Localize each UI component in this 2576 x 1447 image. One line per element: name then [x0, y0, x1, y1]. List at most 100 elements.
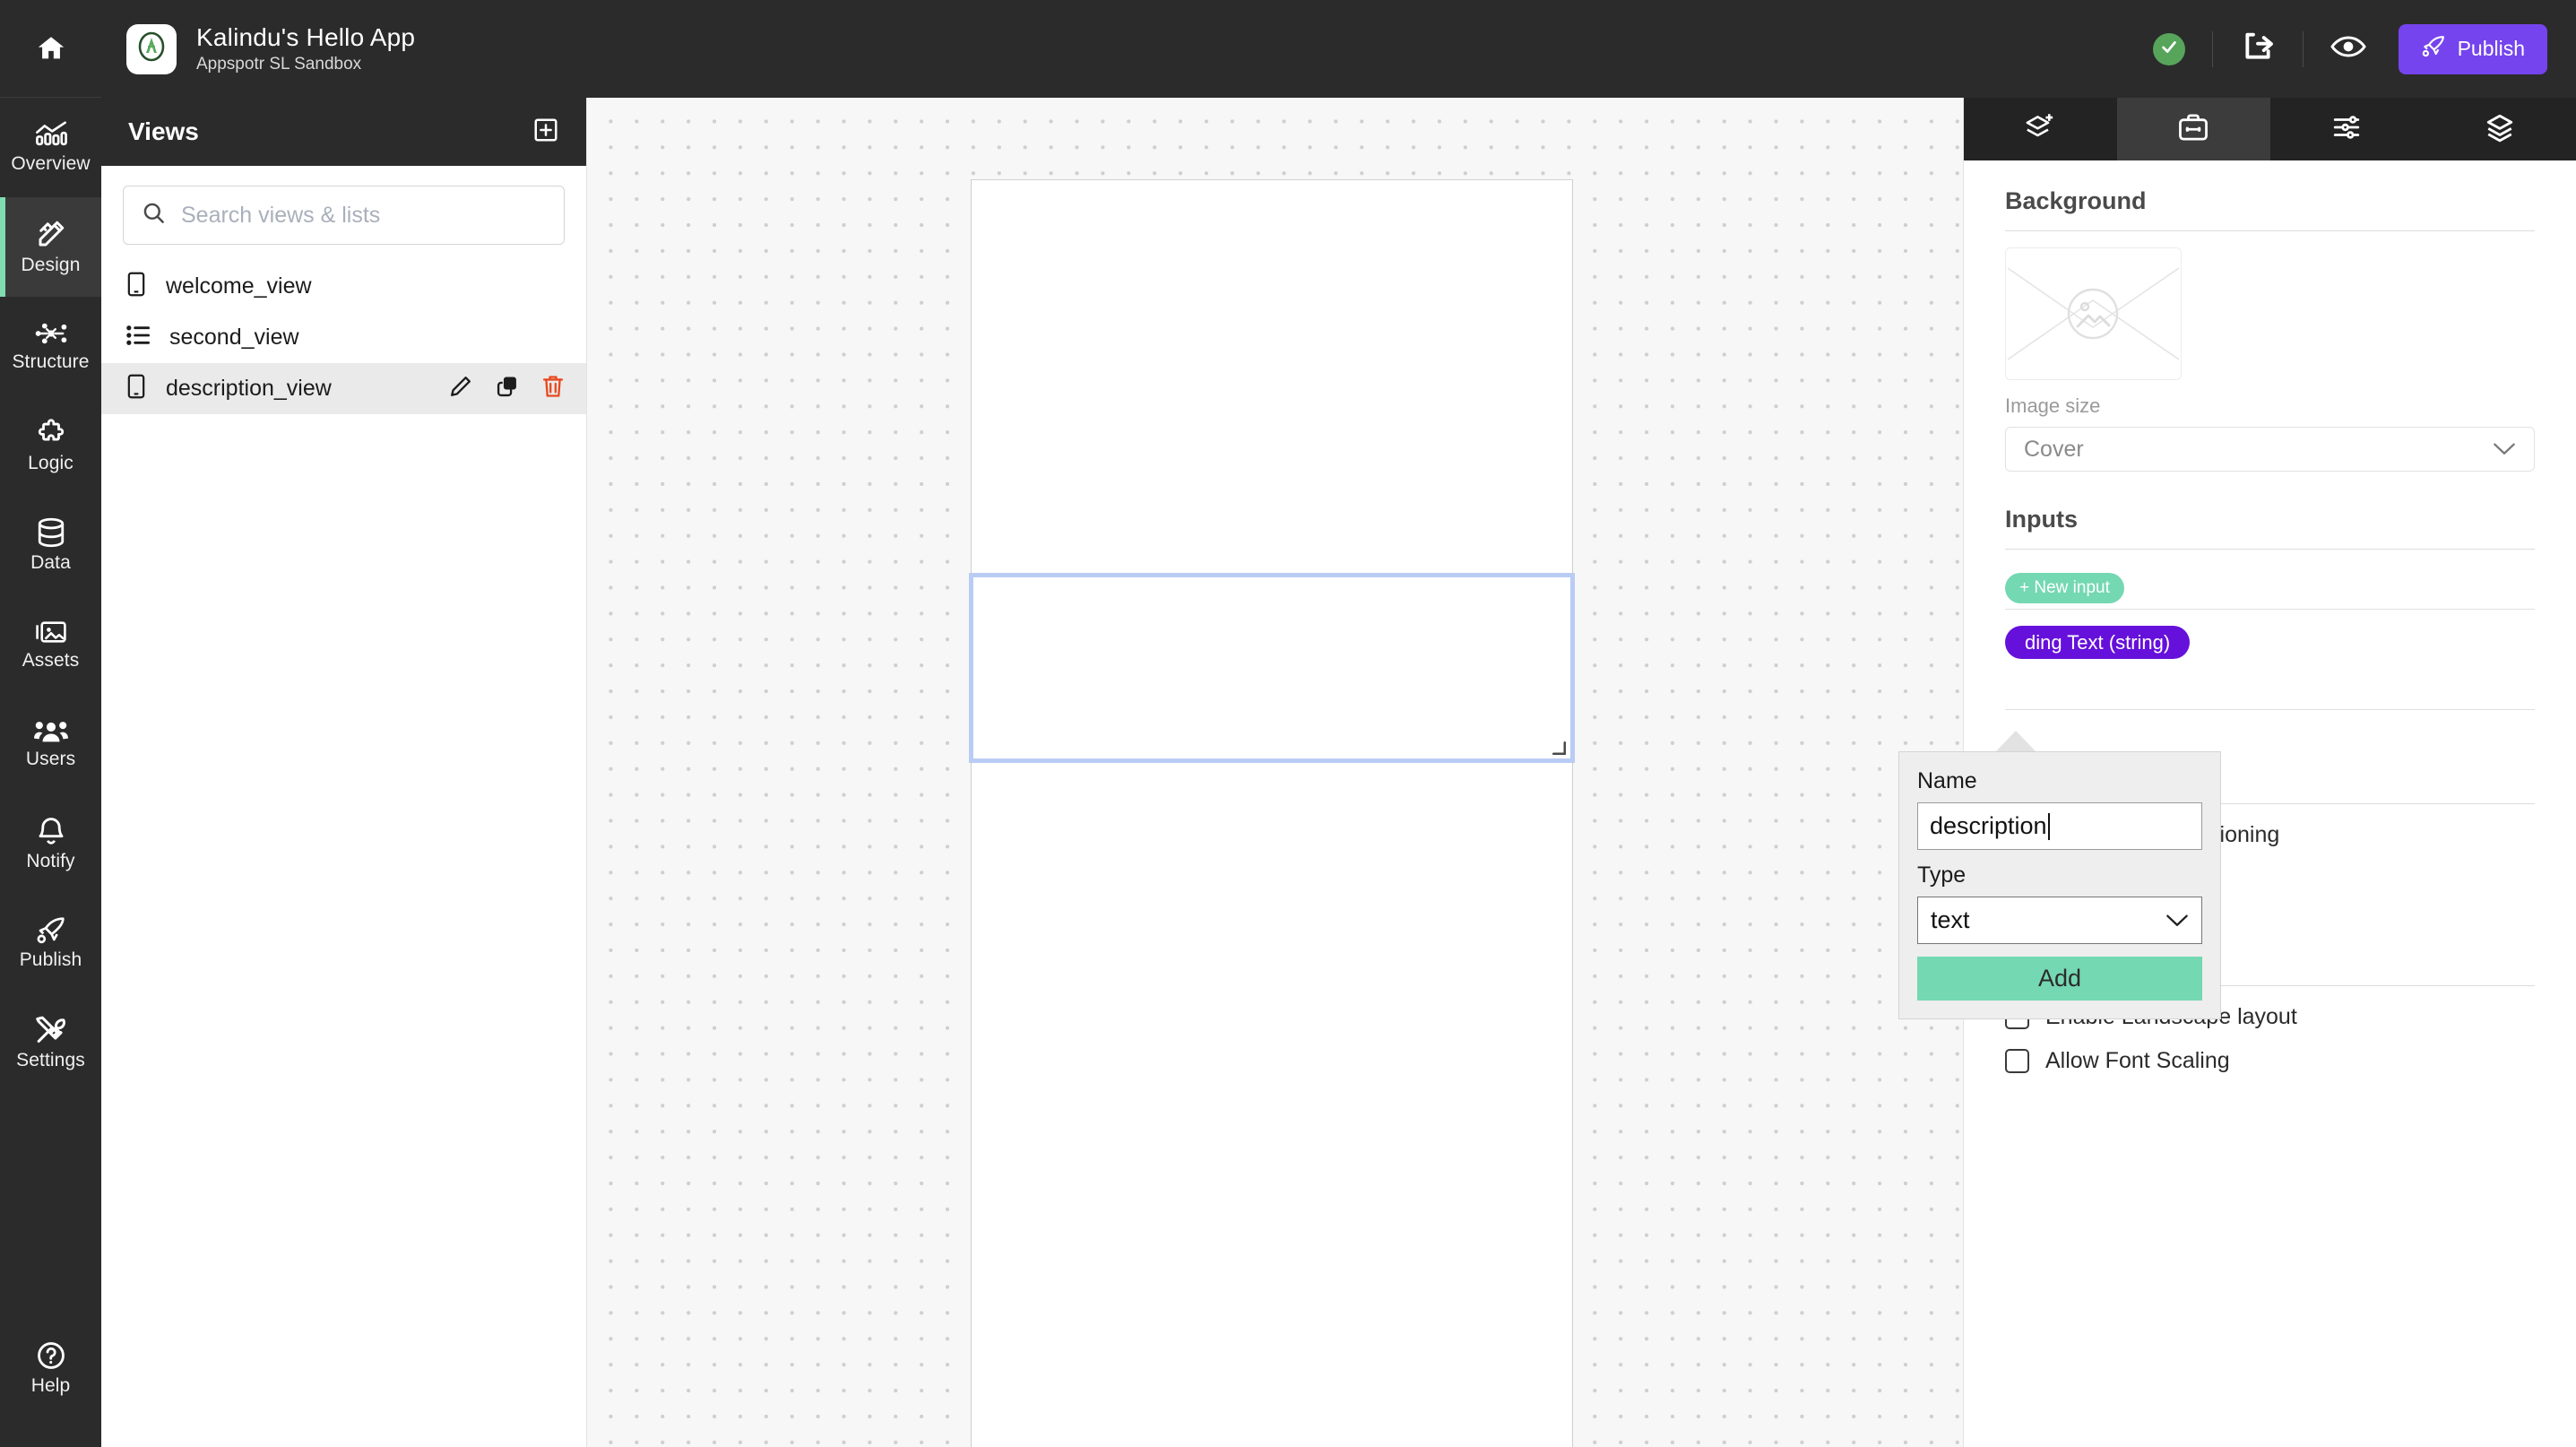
- sidebar-item-label: Logic: [28, 453, 73, 473]
- app-root: Overview Design Structure Logic Data Ass…: [0, 0, 2576, 1447]
- sidebar-item-overview[interactable]: Overview: [0, 98, 101, 197]
- input-type-badge[interactable]: ding Text (string): [2005, 626, 2191, 659]
- input-chip-row: ding Text (string): [2005, 626, 2535, 659]
- publish-button[interactable]: Publish: [2398, 23, 2547, 74]
- page-title: Kalindu's Hello App: [196, 23, 416, 51]
- node-graph-icon: [35, 320, 67, 347]
- popover-name-input[interactable]: description: [1917, 802, 2202, 850]
- trash-icon[interactable]: [541, 374, 565, 403]
- add-square-icon: [532, 117, 559, 148]
- sidebar-item-help[interactable]: Help: [0, 1319, 101, 1418]
- check-circle-icon: [2159, 37, 2179, 61]
- popover-type-value: text: [1931, 906, 1970, 933]
- list-item[interactable]: welcome_view: [101, 261, 586, 312]
- popover-type-select[interactable]: text: [1917, 897, 2202, 944]
- sidebar-item-settings[interactable]: Settings: [0, 993, 101, 1093]
- popover-add-button[interactable]: Add: [1917, 957, 2202, 1001]
- device-frame: [971, 179, 1573, 1447]
- chevron-down-icon: [2493, 437, 2516, 463]
- tools-icon: [35, 1015, 67, 1045]
- sidebar-item-design[interactable]: Design: [0, 197, 101, 297]
- search-box[interactable]: [123, 186, 565, 245]
- header-actions: Publish: [2152, 23, 2547, 74]
- sliders-icon: [2331, 113, 2362, 146]
- divider: [2005, 549, 2535, 550]
- sidebar-item-data[interactable]: Data: [0, 496, 101, 595]
- popover-arrow: [1996, 731, 2036, 751]
- copy-icon[interactable]: [495, 374, 520, 403]
- divider: [2005, 230, 2535, 231]
- analytics-icon: [35, 120, 67, 149]
- pencil-icon[interactable]: [448, 374, 473, 403]
- sidebar-item-label: Publish: [19, 949, 82, 970]
- primary-nav-rail: Overview Design Structure Logic Data Ass…: [0, 0, 101, 1447]
- checkbox-allow-font-scaling[interactable]: Allow Font Scaling: [2005, 1048, 2535, 1074]
- list-item[interactable]: second_view: [101, 312, 586, 363]
- checkbox-label: Allow Font Scaling: [2045, 1048, 2230, 1073]
- image-size-label: Image size: [2005, 394, 2101, 417]
- share-export-icon: [2240, 29, 2276, 69]
- question-circle-icon: [36, 1340, 66, 1371]
- preview-button[interactable]: [2330, 33, 2366, 65]
- list-item-label: welcome_view: [166, 273, 312, 299]
- views-panel-header: Views: [101, 98, 586, 166]
- views-search-wrap: [101, 166, 586, 245]
- divider: [2005, 609, 2535, 610]
- resize-corner-icon[interactable]: [1552, 741, 1566, 755]
- image-placeholder-icon: [2006, 267, 2181, 379]
- app-logo: [126, 23, 177, 74]
- appspotr-logo-icon: [134, 29, 169, 69]
- section-title-inputs: Inputs: [2005, 506, 2078, 533]
- section-title-background: Background: [2005, 187, 2147, 214]
- background-image-preview[interactable]: [2005, 247, 2182, 380]
- pencil-ruler-icon: [35, 218, 67, 250]
- sidebar-item-label: Structure: [12, 351, 90, 372]
- sidebar-item-users[interactable]: Users: [0, 695, 101, 794]
- sidebar-item-label: Users: [25, 749, 76, 769]
- checkbox-box[interactable]: [2005, 1049, 2029, 1073]
- sidebar-item-notify[interactable]: Notify: [0, 794, 101, 894]
- tab-layers[interactable]: [2423, 98, 2576, 160]
- sidebar-item-label: Assets: [22, 650, 80, 671]
- sidebar-item-publish[interactable]: Publish: [0, 894, 101, 993]
- popover-type-label: Type: [1917, 862, 1967, 888]
- image-icon: [35, 619, 67, 646]
- views-panel: Views Search views & lists welcome_view …: [101, 98, 587, 1447]
- tab-view-settings[interactable]: [2116, 98, 2270, 160]
- new-input-button[interactable]: + New input: [2005, 573, 2124, 603]
- sidebar-item-logic[interactable]: Logic: [0, 396, 101, 496]
- views-list: welcome_view second_view description_vie…: [101, 261, 586, 414]
- tab-properties[interactable]: [2270, 98, 2424, 160]
- sidebar-item-assets[interactable]: Assets: [0, 595, 101, 695]
- add-view-button[interactable]: [532, 117, 559, 148]
- views-panel-title: Views: [128, 117, 199, 145]
- sidebar-item-label: Notify: [26, 851, 75, 871]
- image-size-select[interactable]: Cover: [2005, 427, 2535, 472]
- share-button[interactable]: [2240, 29, 2276, 69]
- status-badge: [2152, 32, 2185, 65]
- home-icon: [36, 33, 66, 64]
- inspector-tabs: [1964, 98, 2576, 160]
- puzzle-icon: [36, 418, 66, 448]
- rocket-icon: [35, 916, 67, 945]
- sidebar-item-structure[interactable]: Structure: [0, 297, 101, 396]
- selected-component[interactable]: [969, 573, 1575, 763]
- layers-icon: [2485, 112, 2515, 147]
- eye-icon: [2330, 33, 2366, 65]
- stage: Kalindu's Hello App Appspotr SL Sandbox: [101, 0, 2576, 1447]
- sidebar-item-label: Data: [30, 552, 71, 573]
- bell-icon: [37, 816, 65, 846]
- new-input-popover: Name description Type text Add: [1898, 751, 2221, 1019]
- sidebar-item-label: Design: [21, 255, 81, 275]
- design-canvas[interactable]: [587, 98, 1963, 1447]
- search-input[interactable]: [181, 202, 546, 229]
- add-layer-icon: [2024, 112, 2056, 147]
- list-item-label: second_view: [169, 325, 299, 350]
- list-item[interactable]: description_view: [101, 363, 586, 414]
- nav-home-button[interactable]: [0, 0, 101, 98]
- search-icon: [142, 201, 166, 230]
- text-caret: [2047, 812, 2050, 840]
- tab-add-component[interactable]: [1964, 98, 2117, 160]
